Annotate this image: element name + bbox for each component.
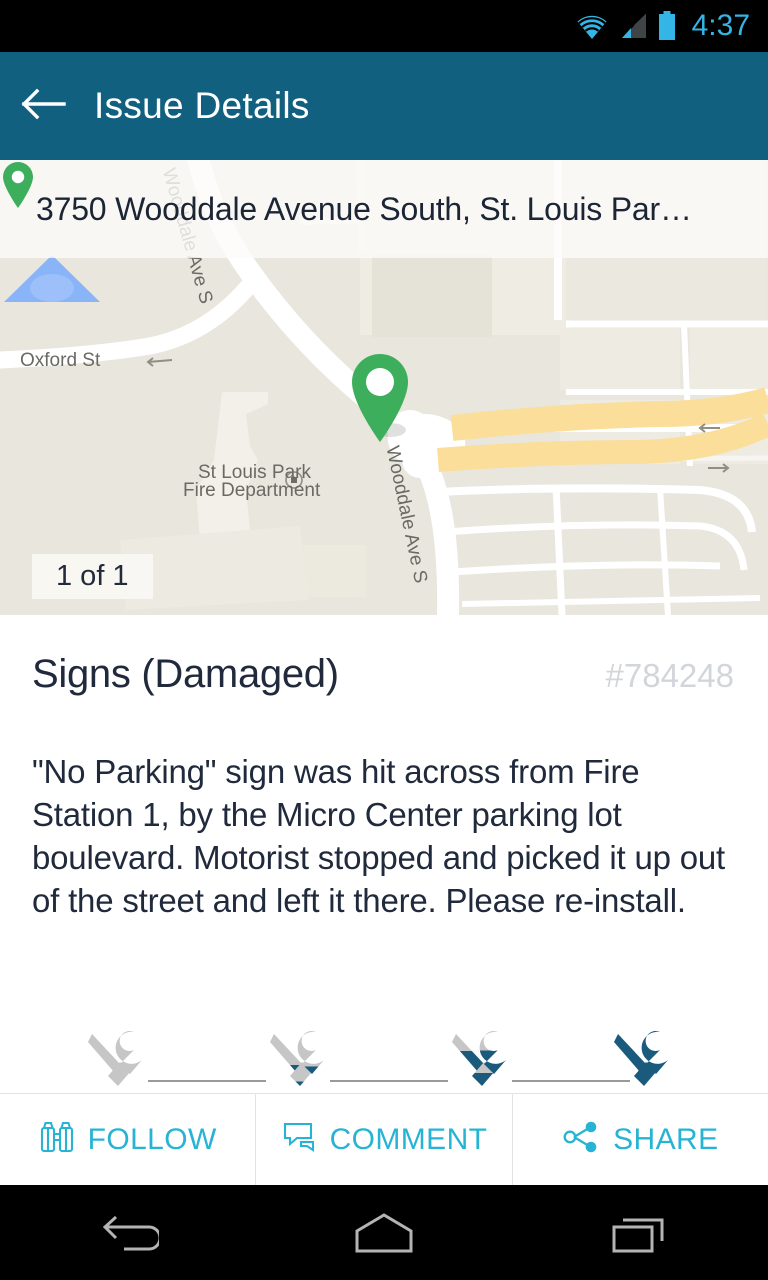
binoculars-icon: [39, 1120, 75, 1159]
map-label-fire-department: Fire Department: [183, 480, 321, 501]
android-nav-bar: [0, 1185, 768, 1280]
timeline-step-2[interactable]: [268, 1030, 340, 1090]
share-nodes-icon: [562, 1121, 600, 1158]
nav-back-icon[interactable]: [58, 1185, 198, 1280]
status-bar-clock: 4:37: [691, 9, 750, 42]
timeline-step-1[interactable]: [86, 1030, 158, 1090]
timeline-step-3[interactable]: [450, 1030, 522, 1090]
nav-home-icon[interactable]: [314, 1185, 454, 1280]
address-bar[interactable]: 3750 Wooddale Avenue South, St. Louis Pa…: [0, 160, 768, 258]
app-bar: Issue Details: [0, 52, 768, 160]
arrow-left-icon: [20, 86, 66, 127]
follow-label: FOLLOW: [87, 1122, 217, 1156]
timeline-connector: [330, 1080, 448, 1082]
nav-recents-icon[interactable]: [570, 1185, 710, 1280]
map-view[interactable]: Oxford St Wooddale Ave S St Louis Park F…: [0, 160, 768, 615]
timeline-connector: [148, 1080, 266, 1082]
title-row: Signs (Damaged) #784248: [0, 615, 768, 697]
comment-label: COMMENT: [329, 1122, 488, 1156]
timeline-step-4[interactable]: [612, 1030, 684, 1090]
issue-id: #784248: [605, 657, 734, 694]
cellular-signal-icon: [618, 12, 648, 40]
battery-icon: [657, 11, 677, 41]
photo-counter-badge: 1 of 1: [32, 554, 153, 599]
share-label: SHARE: [613, 1122, 719, 1156]
wifi-icon: [575, 12, 609, 40]
status-bar: 4:37: [0, 0, 768, 52]
address-text: 3750 Wooddale Avenue South, St. Louis Pa…: [36, 190, 692, 227]
issue-title: Signs (Damaged): [32, 652, 339, 696]
action-bar: FOLLOW COMMENT SHARE: [0, 1093, 768, 1185]
follow-button[interactable]: FOLLOW: [0, 1094, 255, 1185]
comment-bubbles-icon: [281, 1121, 317, 1158]
issue-description: "No Parking" sign was hit across from Fi…: [32, 753, 726, 919]
map-label-oxford-st: Oxford St: [20, 350, 101, 371]
page-title: Issue Details: [94, 85, 310, 126]
share-button[interactable]: SHARE: [511, 1094, 768, 1185]
issue-details-panel: Signs (Damaged) #784248 "No Parking" sig…: [0, 615, 768, 1095]
back-button[interactable]: [0, 52, 86, 160]
comment-button[interactable]: COMMENT: [255, 1094, 511, 1185]
status-timeline: [0, 1030, 768, 1090]
